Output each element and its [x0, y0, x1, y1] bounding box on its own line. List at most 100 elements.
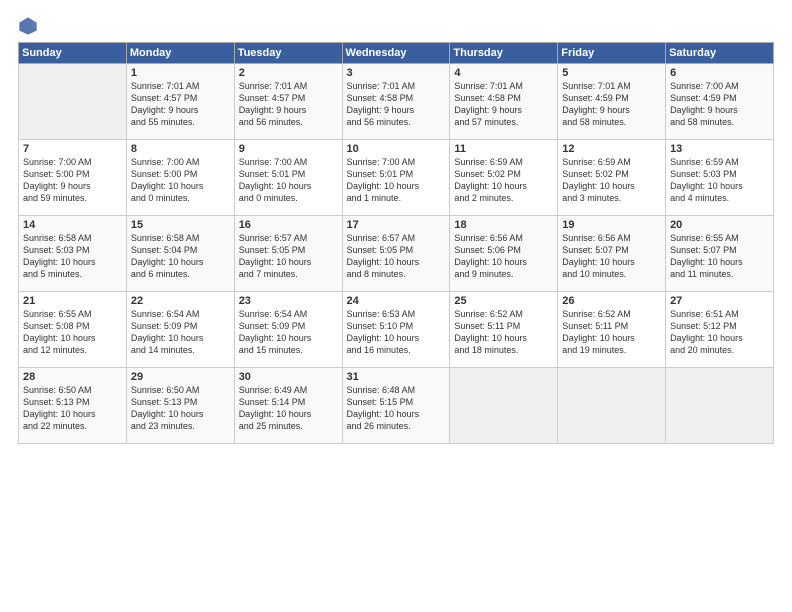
day-info: Sunrise: 6:53 AM Sunset: 5:10 PM Dayligh… [347, 308, 446, 357]
day-cell: 6Sunrise: 7:00 AM Sunset: 4:59 PM Daylig… [666, 64, 774, 140]
day-cell: 10Sunrise: 7:00 AM Sunset: 5:01 PM Dayli… [342, 140, 450, 216]
header-cell-friday: Friday [558, 43, 666, 64]
day-cell: 30Sunrise: 6:49 AM Sunset: 5:14 PM Dayli… [234, 368, 342, 444]
day-number: 30 [239, 371, 338, 383]
day-cell: 23Sunrise: 6:54 AM Sunset: 5:09 PM Dayli… [234, 292, 342, 368]
day-cell: 12Sunrise: 6:59 AM Sunset: 5:02 PM Dayli… [558, 140, 666, 216]
day-number: 15 [131, 219, 230, 231]
day-number: 9 [239, 143, 338, 155]
day-cell: 4Sunrise: 7:01 AM Sunset: 4:58 PM Daylig… [450, 64, 558, 140]
day-cell [450, 368, 558, 444]
day-cell: 29Sunrise: 6:50 AM Sunset: 5:13 PM Dayli… [126, 368, 234, 444]
day-number: 2 [239, 67, 338, 79]
day-cell: 14Sunrise: 6:58 AM Sunset: 5:03 PM Dayli… [19, 216, 127, 292]
week-row-1: 1Sunrise: 7:01 AM Sunset: 4:57 PM Daylig… [19, 64, 774, 140]
day-number: 11 [454, 143, 553, 155]
day-info: Sunrise: 7:01 AM Sunset: 4:57 PM Dayligh… [239, 80, 338, 129]
day-number: 29 [131, 371, 230, 383]
header-cell-tuesday: Tuesday [234, 43, 342, 64]
day-info: Sunrise: 6:57 AM Sunset: 5:05 PM Dayligh… [239, 232, 338, 281]
day-cell: 8Sunrise: 7:00 AM Sunset: 5:00 PM Daylig… [126, 140, 234, 216]
day-number: 17 [347, 219, 446, 231]
day-info: Sunrise: 7:00 AM Sunset: 5:01 PM Dayligh… [347, 156, 446, 205]
day-cell: 26Sunrise: 6:52 AM Sunset: 5:11 PM Dayli… [558, 292, 666, 368]
day-info: Sunrise: 6:49 AM Sunset: 5:14 PM Dayligh… [239, 384, 338, 433]
day-info: Sunrise: 6:55 AM Sunset: 5:07 PM Dayligh… [670, 232, 769, 281]
header-cell-wednesday: Wednesday [342, 43, 450, 64]
day-cell: 17Sunrise: 6:57 AM Sunset: 5:05 PM Dayli… [342, 216, 450, 292]
week-row-4: 21Sunrise: 6:55 AM Sunset: 5:08 PM Dayli… [19, 292, 774, 368]
day-info: Sunrise: 6:59 AM Sunset: 5:02 PM Dayligh… [454, 156, 553, 205]
day-number: 20 [670, 219, 769, 231]
day-info: Sunrise: 7:00 AM Sunset: 5:01 PM Dayligh… [239, 156, 338, 205]
day-info: Sunrise: 7:00 AM Sunset: 4:59 PM Dayligh… [670, 80, 769, 129]
day-number: 28 [23, 371, 122, 383]
day-cell: 13Sunrise: 6:59 AM Sunset: 5:03 PM Dayli… [666, 140, 774, 216]
day-number: 3 [347, 67, 446, 79]
day-number: 31 [347, 371, 446, 383]
day-cell: 28Sunrise: 6:50 AM Sunset: 5:13 PM Dayli… [19, 368, 127, 444]
day-number: 1 [131, 67, 230, 79]
calendar-table: SundayMondayTuesdayWednesdayThursdayFrid… [18, 42, 774, 444]
day-info: Sunrise: 6:57 AM Sunset: 5:05 PM Dayligh… [347, 232, 446, 281]
day-number: 24 [347, 295, 446, 307]
header-cell-thursday: Thursday [450, 43, 558, 64]
week-row-5: 28Sunrise: 6:50 AM Sunset: 5:13 PM Dayli… [19, 368, 774, 444]
day-cell: 2Sunrise: 7:01 AM Sunset: 4:57 PM Daylig… [234, 64, 342, 140]
day-info: Sunrise: 6:54 AM Sunset: 5:09 PM Dayligh… [131, 308, 230, 357]
day-number: 27 [670, 295, 769, 307]
day-number: 4 [454, 67, 553, 79]
day-cell: 24Sunrise: 6:53 AM Sunset: 5:10 PM Dayli… [342, 292, 450, 368]
day-number: 14 [23, 219, 122, 231]
day-info: Sunrise: 6:58 AM Sunset: 5:03 PM Dayligh… [23, 232, 122, 281]
calendar-page: SundayMondayTuesdayWednesdayThursdayFrid… [0, 0, 792, 612]
day-cell: 15Sunrise: 6:58 AM Sunset: 5:04 PM Dayli… [126, 216, 234, 292]
week-row-3: 14Sunrise: 6:58 AM Sunset: 5:03 PM Dayli… [19, 216, 774, 292]
day-number: 6 [670, 67, 769, 79]
day-number: 13 [670, 143, 769, 155]
day-cell: 5Sunrise: 7:01 AM Sunset: 4:59 PM Daylig… [558, 64, 666, 140]
day-cell: 21Sunrise: 6:55 AM Sunset: 5:08 PM Dayli… [19, 292, 127, 368]
day-cell: 22Sunrise: 6:54 AM Sunset: 5:09 PM Dayli… [126, 292, 234, 368]
day-cell: 3Sunrise: 7:01 AM Sunset: 4:58 PM Daylig… [342, 64, 450, 140]
day-info: Sunrise: 6:48 AM Sunset: 5:15 PM Dayligh… [347, 384, 446, 433]
day-number: 10 [347, 143, 446, 155]
day-cell [558, 368, 666, 444]
day-cell: 16Sunrise: 6:57 AM Sunset: 5:05 PM Dayli… [234, 216, 342, 292]
day-info: Sunrise: 6:59 AM Sunset: 5:02 PM Dayligh… [562, 156, 661, 205]
day-info: Sunrise: 7:01 AM Sunset: 4:59 PM Dayligh… [562, 80, 661, 129]
day-cell: 27Sunrise: 6:51 AM Sunset: 5:12 PM Dayli… [666, 292, 774, 368]
day-number: 22 [131, 295, 230, 307]
logo-icon [18, 16, 38, 36]
day-cell: 9Sunrise: 7:00 AM Sunset: 5:01 PM Daylig… [234, 140, 342, 216]
day-info: Sunrise: 6:56 AM Sunset: 5:07 PM Dayligh… [562, 232, 661, 281]
day-cell [19, 64, 127, 140]
day-cell: 20Sunrise: 6:55 AM Sunset: 5:07 PM Dayli… [666, 216, 774, 292]
header-cell-saturday: Saturday [666, 43, 774, 64]
day-number: 21 [23, 295, 122, 307]
day-info: Sunrise: 6:59 AM Sunset: 5:03 PM Dayligh… [670, 156, 769, 205]
week-row-2: 7Sunrise: 7:00 AM Sunset: 5:00 PM Daylig… [19, 140, 774, 216]
day-number: 7 [23, 143, 122, 155]
header-row: SundayMondayTuesdayWednesdayThursdayFrid… [19, 43, 774, 64]
day-number: 25 [454, 295, 553, 307]
day-cell [666, 368, 774, 444]
day-info: Sunrise: 7:00 AM Sunset: 5:00 PM Dayligh… [131, 156, 230, 205]
day-number: 26 [562, 295, 661, 307]
day-cell: 1Sunrise: 7:01 AM Sunset: 4:57 PM Daylig… [126, 64, 234, 140]
day-info: Sunrise: 6:50 AM Sunset: 5:13 PM Dayligh… [131, 384, 230, 433]
day-cell: 25Sunrise: 6:52 AM Sunset: 5:11 PM Dayli… [450, 292, 558, 368]
day-info: Sunrise: 6:50 AM Sunset: 5:13 PM Dayligh… [23, 384, 122, 433]
day-info: Sunrise: 6:51 AM Sunset: 5:12 PM Dayligh… [670, 308, 769, 357]
day-cell: 31Sunrise: 6:48 AM Sunset: 5:15 PM Dayli… [342, 368, 450, 444]
day-cell: 19Sunrise: 6:56 AM Sunset: 5:07 PM Dayli… [558, 216, 666, 292]
day-info: Sunrise: 7:01 AM Sunset: 4:57 PM Dayligh… [131, 80, 230, 129]
day-info: Sunrise: 6:52 AM Sunset: 5:11 PM Dayligh… [562, 308, 661, 357]
day-number: 5 [562, 67, 661, 79]
day-info: Sunrise: 6:52 AM Sunset: 5:11 PM Dayligh… [454, 308, 553, 357]
day-info: Sunrise: 7:00 AM Sunset: 5:00 PM Dayligh… [23, 156, 122, 205]
day-info: Sunrise: 6:56 AM Sunset: 5:06 PM Dayligh… [454, 232, 553, 281]
day-info: Sunrise: 7:01 AM Sunset: 4:58 PM Dayligh… [454, 80, 553, 129]
header-cell-monday: Monday [126, 43, 234, 64]
day-number: 8 [131, 143, 230, 155]
